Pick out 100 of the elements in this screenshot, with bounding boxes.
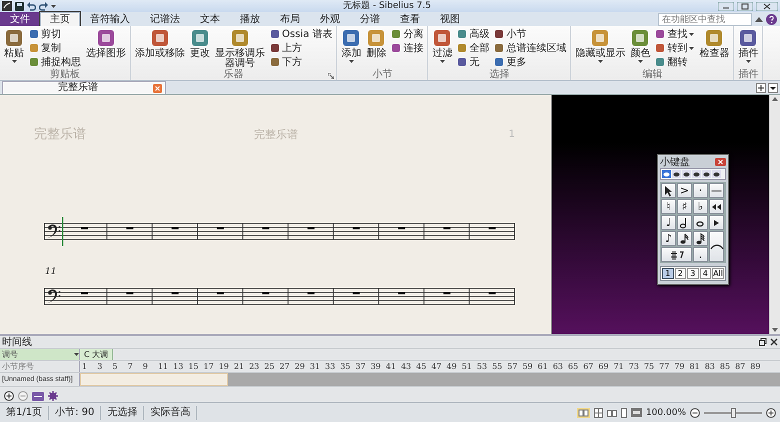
collapse-ribbon-icon[interactable] [755, 16, 763, 22]
remove-icon[interactable] [18, 391, 28, 401]
keypad-key[interactable]: ♯ [677, 199, 692, 214]
ribbon-button[interactable]: 分离 [389, 27, 426, 41]
keypad-key[interactable]: ♩ [661, 215, 676, 230]
ribbon-button[interactable]: 无 [455, 55, 492, 69]
keypad-key[interactable] [677, 215, 692, 230]
restore-icon[interactable] [759, 338, 767, 346]
ribbon-button[interactable]: 连接 [389, 41, 426, 55]
ribbon-button[interactable]: 查找 [653, 27, 696, 41]
scroll-down-icon[interactable] [772, 328, 778, 332]
ribbon-button[interactable]: 小节 [492, 27, 568, 41]
ribbon-button[interactable]: 粘贴 [2, 27, 26, 69]
ribbon-button[interactable]: 显示移调乐器调号 [213, 27, 267, 69]
keypad-tab[interactable] [672, 170, 681, 178]
ribbon-button[interactable]: 总谱连续区域 [492, 41, 568, 55]
keypad-key[interactable]: ♭ [693, 199, 708, 214]
dialog-launcher-icon[interactable] [328, 73, 334, 79]
ribbon-button[interactable]: 删除 [364, 27, 388, 69]
zoom-slider-thumb[interactable] [730, 408, 736, 418]
keypad-tab[interactable] [692, 170, 701, 178]
single-page-icon[interactable] [620, 408, 627, 418]
ribbon-tab[interactable]: 记谱法 [140, 12, 190, 26]
settings-icon[interactable] [48, 391, 58, 401]
add-icon[interactable] [4, 391, 14, 401]
undo-icon[interactable] [27, 2, 36, 10]
maximize-icon[interactable] [737, 2, 753, 10]
document-tab[interactable]: 完整乐谱 [2, 81, 166, 94]
keypad-key[interactable]: — [709, 183, 724, 198]
zoom-in-icon[interactable] [766, 408, 776, 418]
ribbon-tab[interactable]: 播放 [230, 12, 270, 26]
help-icon[interactable] [766, 14, 777, 24]
ribbon-button[interactable]: 复制 [27, 41, 83, 55]
pages-view-icon[interactable] [594, 408, 603, 418]
panorama-view-icon[interactable] [630, 408, 642, 417]
vertical-scrollbar[interactable] [769, 95, 780, 334]
ribbon-button[interactable]: Ossia 谱表 [268, 27, 334, 41]
keypad-key[interactable] [661, 247, 692, 262]
ribbon-button[interactable]: 颜色 [628, 27, 652, 69]
ribbon-button[interactable]: 隐藏或显示 [573, 27, 628, 69]
keypad-key[interactable] [709, 215, 724, 230]
timeline-view-icon[interactable] [32, 392, 44, 400]
ribbon-tab[interactable]: 外观 [310, 12, 350, 26]
ribbon-button[interactable]: 高级 [455, 27, 492, 41]
dropdown-icon[interactable] [74, 353, 79, 356]
keypad-key[interactable]: ♪ [661, 231, 676, 246]
keypad-key[interactable]: ♮ [661, 199, 676, 214]
keypad-layout-button[interactable]: 2 [674, 268, 686, 279]
ribbon-button[interactable]: 全部 [455, 41, 492, 55]
keypad-layout-button[interactable]: 1 [662, 268, 674, 279]
keypad-layout-button[interactable]: All [712, 268, 724, 279]
save-icon[interactable] [15, 2, 24, 10]
ribbon-button[interactable]: 检查器 [697, 27, 732, 69]
keypad-key[interactable] [709, 199, 724, 214]
ribbon-button[interactable]: 上方 [268, 41, 334, 55]
keypad-key[interactable]: . [693, 247, 708, 262]
ribbon-button[interactable]: 添加或移除 [133, 27, 187, 69]
scroll-up-icon[interactable] [772, 97, 778, 101]
keypad-layout-button[interactable]: 3 [687, 268, 699, 279]
ribbon-tab[interactable]: 音符输入 [80, 12, 140, 26]
caret-icon[interactable] [51, 4, 56, 8]
minimize-icon[interactable] [718, 2, 734, 10]
ribbon-tab[interactable]: 主页 [40, 12, 80, 26]
ribbon-tab[interactable]: 查看 [390, 12, 430, 26]
page-view-icon[interactable] [576, 408, 590, 418]
keypad-tab[interactable] [682, 170, 691, 178]
close-icon[interactable] [715, 158, 726, 166]
keypad-tab[interactable] [702, 170, 711, 178]
keypad-layout-button[interactable]: 4 [700, 268, 712, 279]
close-icon[interactable] [756, 2, 778, 10]
redo-icon[interactable] [39, 2, 48, 10]
dropdown-icon[interactable] [768, 82, 778, 92]
zoom-out-icon[interactable] [690, 408, 700, 418]
spread-view-icon[interactable] [606, 408, 617, 418]
ribbon-button[interactable]: 添加 [339, 27, 364, 69]
ribbon-button[interactable]: 插件 [736, 27, 760, 69]
keypad-key[interactable]: > [677, 183, 692, 198]
key-signature-block[interactable]: C 大调 [80, 349, 114, 360]
keypad-tab[interactable] [662, 170, 671, 178]
ribbon-button[interactable]: 翻转 [653, 55, 696, 69]
keypad-key[interactable] [693, 215, 708, 230]
add-icon[interactable] [756, 82, 766, 92]
ribbon-tab[interactable]: 布局 [270, 12, 310, 26]
keypad-key[interactable] [709, 231, 724, 262]
ribbon-tab[interactable]: 视图 [430, 12, 470, 26]
keypad-key[interactable] [661, 183, 676, 198]
close-icon[interactable] [770, 338, 778, 346]
keypad-key[interactable] [693, 231, 708, 246]
ribbon-search-field[interactable]: 在功能区中查找 [658, 13, 752, 26]
ribbon-button[interactable]: 更改 [188, 27, 212, 69]
keypad-key[interactable] [677, 231, 692, 246]
ribbon-button[interactable]: 下方 [268, 55, 334, 69]
ribbon-tab[interactable]: 分谱 [350, 12, 390, 26]
keypad-tab[interactable] [712, 170, 721, 178]
ribbon-button[interactable]: 捕捉构思 [27, 55, 83, 69]
keypad-key[interactable]: · [693, 183, 708, 198]
ribbon-button[interactable]: 选择图形 [84, 27, 128, 69]
ribbon-button[interactable]: 过滤 [430, 27, 454, 69]
ribbon-button[interactable]: 剪切 [27, 27, 83, 41]
ribbon-tab[interactable]: 文本 [190, 12, 230, 26]
